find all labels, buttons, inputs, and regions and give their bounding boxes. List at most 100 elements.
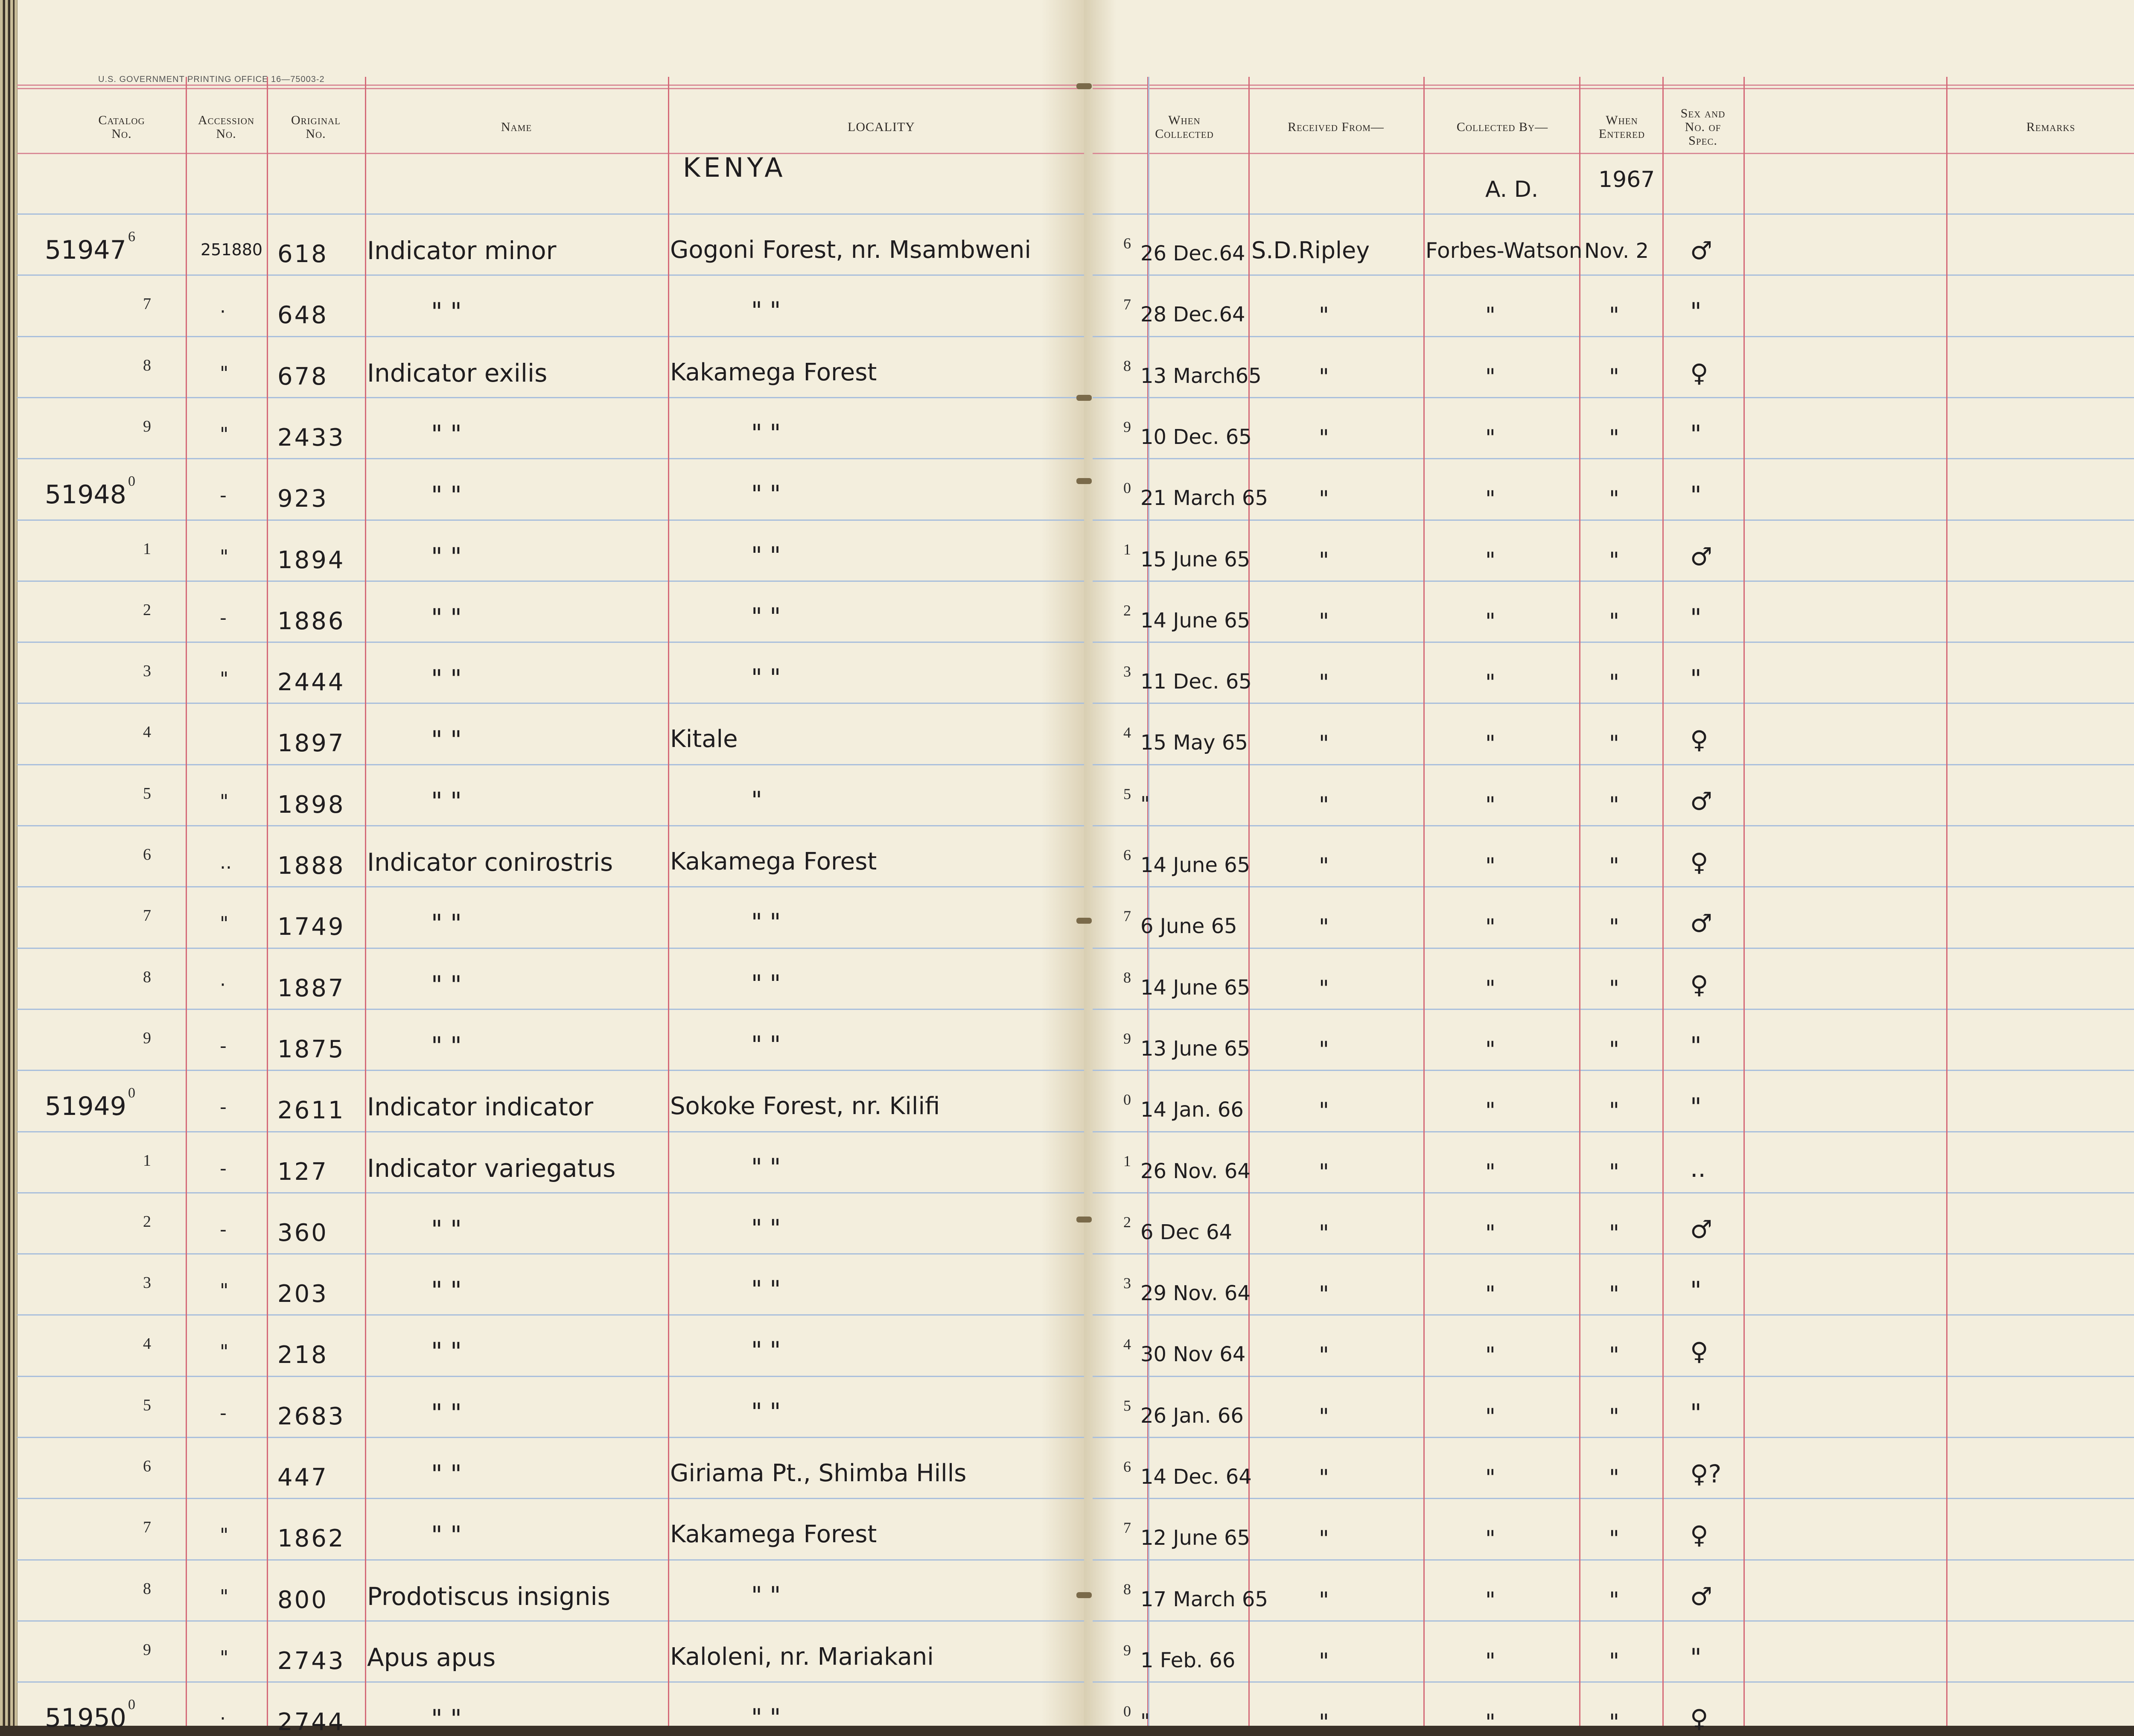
collected-by-heading: A. D. [1485,177,1539,202]
catalog-digit: 2 [143,601,151,619]
locality: Kitale [670,725,738,753]
when-entered: " [1609,1587,1619,1613]
specimen-name: " " [431,1337,462,1366]
accession-number: .. [220,852,232,873]
original-number: 447 [277,1464,328,1491]
row-rule [17,1070,1084,1071]
row-rule [17,1192,1084,1193]
when-entered: " [1609,1037,1619,1062]
collected-by: " [1485,364,1496,390]
collected-by: " [1485,1648,1496,1674]
catalog-digit: 7 [143,295,151,313]
when-collected-digit: 6 [1123,1458,1131,1475]
original-number: 2611 [277,1097,345,1124]
sex-and-count: " [1690,297,1702,326]
header-when-collected: When Collected [1155,113,1214,141]
specimen-name: " " [431,1031,462,1060]
when-entered: " [1609,1342,1619,1368]
accession-number: " [220,668,229,690]
when-entered: " [1609,670,1619,695]
header-when-entered: When Entered [1598,113,1645,141]
page-edge [15,0,17,1726]
collected-by: Forbes-Watson [1426,238,1583,263]
original-number: 1897 [277,729,345,757]
header-top-rule [17,88,1084,89]
specimen-name: " " [431,1215,462,1244]
when-collected-digit: 8 [1123,1581,1131,1598]
catalog-digit: 6 [128,229,135,245]
when-entered: " [1609,731,1619,756]
sex-and-count: ♀ [1690,1520,1708,1549]
row-rule [17,703,1084,704]
original-number: 2744 [277,1708,345,1736]
when-collected-digit: 7 [1123,1519,1131,1536]
sex-and-count: " [1690,603,1702,632]
when-collected-digit: 0 [1123,479,1131,496]
header-name: Name [501,120,532,134]
catalog-digit: 8 [143,1580,151,1598]
when-entered: " [1609,1098,1619,1123]
row-rule [17,519,1084,521]
when-entered: " [1609,486,1619,512]
column-rule [267,77,268,1726]
when-collected-digit: 1 [1123,541,1131,558]
locality: Giriama Pt., Shimba Hills [670,1459,967,1487]
when-entered: " [1609,1159,1619,1185]
sex-and-count: " [1690,420,1702,449]
when-collected-digit: 6 [1123,846,1131,864]
specimen-name: " " [431,787,462,816]
when-collected: 30 Nov 64 [1140,1342,1246,1366]
sex-and-count: " [1690,481,1702,510]
when-collected-digit: 4 [1123,724,1131,741]
collected-by: " [1485,853,1496,879]
when-entered: " [1609,1404,1619,1430]
row-rule [17,213,1084,215]
original-number: 800 [277,1586,328,1614]
header-original: Original No. [291,113,341,141]
accession-number: " [220,1280,229,1301]
collected-by: " [1485,1281,1496,1307]
sex-and-count: " [1690,1643,1702,1672]
when-collected: 26 Jan. 66 [1140,1404,1244,1428]
specimen-name: Indicator conirostris [367,848,613,877]
accession-number: " [220,1586,229,1608]
collected-by: " [1485,670,1496,695]
when-collected: 13 June 65 [1140,1037,1251,1061]
catalog-digit: 9 [143,1641,151,1659]
locality: Kakamega Forest [670,848,877,875]
collected-by: " [1485,425,1496,451]
when-entered: " [1609,1648,1619,1674]
when-collected-digit: 6 [1123,235,1131,252]
catalog-digit: 7 [143,907,151,925]
when-collected-digit: 3 [1123,1275,1131,1292]
collected-by: " [1485,1342,1496,1368]
collected-by: " [1485,609,1496,634]
sex-and-count: ♂ [1690,909,1712,938]
collected-by: " [1485,303,1496,328]
row-rule [17,642,1084,643]
locality: " [751,787,762,814]
row-rule [17,886,1084,887]
header-received-from: Received From— [1288,120,1384,134]
locality: " " [751,1276,781,1304]
column-rule [1662,77,1664,1726]
sex-and-count: ♀ [1690,359,1708,388]
row-rule [17,397,1084,398]
when-entered: " [1609,853,1619,879]
collected-by: " [1485,1587,1496,1613]
when-collected: 26 Dec.64 [1140,242,1245,266]
page-edge [5,0,8,1726]
column-rule [365,77,366,1726]
specimen-name: " " [431,542,462,571]
sex-and-count: " [1690,1092,1702,1121]
when-collected: 14 June 65 [1140,853,1251,877]
original-number: 923 [277,485,328,513]
when-collected: 6 June 65 [1140,914,1237,938]
original-number: 618 [277,240,328,268]
binding-ring [1076,395,1092,401]
sex-and-count: " [1690,664,1702,693]
sex-and-count: ♂ [1690,542,1712,571]
received-from: " [1319,303,1329,328]
when-collected: " [1140,792,1150,816]
specimen-name: " " [431,1704,462,1733]
